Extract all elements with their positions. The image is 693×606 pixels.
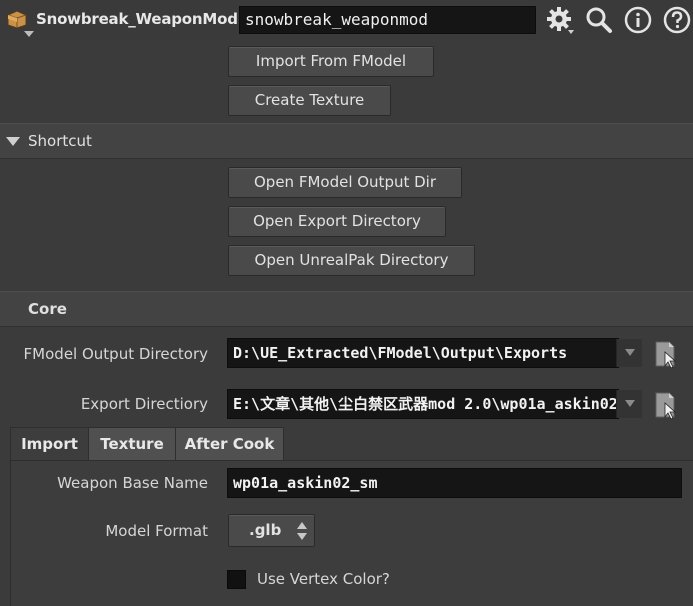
export-directory-dropdown[interactable] xyxy=(616,390,642,418)
fmodel-output-dropdown[interactable] xyxy=(616,339,642,367)
use-vertex-color-label: Use Vertex Color? xyxy=(257,570,390,588)
weapon-base-name-label: Weapon Base Name xyxy=(57,474,208,492)
core-section-label: Core xyxy=(28,300,67,318)
chevron-down-icon xyxy=(625,400,635,407)
file-chooser-icon[interactable] xyxy=(655,340,679,368)
model-format-value: .glb xyxy=(249,521,282,539)
fmodel-output-directory-label: FModel Output Directory xyxy=(23,345,208,363)
open-export-directory-button[interactable]: Open Export Directory xyxy=(228,206,446,237)
chevron-down-icon xyxy=(625,349,635,356)
export-directory-label: Export Directiory xyxy=(80,395,208,413)
open-fmodel-output-dir-button[interactable]: Open FModel Output Dir xyxy=(228,167,462,198)
create-texture-button[interactable]: Create Texture xyxy=(228,85,391,116)
model-format-select[interactable]: .glb xyxy=(228,514,315,547)
chevron-down-icon[interactable] xyxy=(24,31,34,37)
core-section-header: Core xyxy=(0,291,693,327)
help-icon[interactable] xyxy=(663,6,691,34)
asset-title: Snowbreak_WeaponMod xyxy=(36,10,238,28)
up-down-arrows-icon xyxy=(297,522,307,540)
model-format-label: Model Format xyxy=(105,522,208,540)
weapon-base-name-field[interactable]: wp01a_askin02_sm xyxy=(227,468,682,498)
shortcut-section-header[interactable]: Shortcut xyxy=(0,123,693,159)
tab-import[interactable]: Import xyxy=(10,427,89,461)
fmodel-output-directory-field[interactable]: D:\UE_Extracted\FModel\Output\Exports xyxy=(227,338,619,368)
info-icon[interactable] xyxy=(624,6,652,34)
collapse-arrow-icon xyxy=(6,137,20,146)
package-icon[interactable] xyxy=(6,9,28,29)
use-vertex-color-checkbox[interactable] xyxy=(227,570,246,589)
import-from-fmodel-button[interactable]: Import From FModel xyxy=(228,46,434,77)
export-directory-field[interactable]: E:\文章\其他\尘白禁区武器mod 2.0\wp01a_askin02_sm xyxy=(227,389,619,419)
node-name-field[interactable]: snowbreak_weaponmod xyxy=(239,6,536,34)
tab-texture[interactable]: Texture xyxy=(88,427,176,461)
tab-after-cook[interactable]: After Cook xyxy=(175,427,284,461)
gear-icon[interactable] xyxy=(546,6,574,34)
open-unrealpak-directory-button[interactable]: Open UnrealPak Directory xyxy=(228,245,475,276)
file-chooser-icon[interactable] xyxy=(655,391,679,419)
shortcut-section-label: Shortcut xyxy=(28,132,92,150)
search-icon[interactable] xyxy=(585,6,613,34)
